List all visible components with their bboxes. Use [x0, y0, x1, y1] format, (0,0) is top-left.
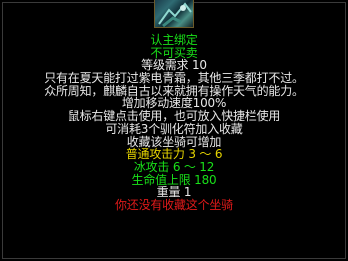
item-tooltip: 认主绑定 不可买卖 等级需求 10 只有在夏天能打过紫电青霜，其他三季都打不过。… [0, 0, 348, 261]
collect-cost-text: 可消耗3个驯化符加入收藏 [105, 121, 243, 136]
mount-item-icon [154, 0, 194, 28]
ice-attack-bonus-text: 冰攻击 6 ～ 12 [133, 159, 215, 174]
usage-hint-text: 鼠标右键点击使用，也可放入快捷栏使用 [67, 109, 281, 124]
tooltip-text: 认主绑定 不可买卖 等级需求 10 只有在夏天能打过紫电青霜，其他三季都打不过。… [0, 34, 348, 212]
collection-status-text: 你还没有收藏这个坐骑 [114, 197, 233, 212]
attack-bonus-text: 普通攻击力 3 ～ 6 [125, 147, 223, 162]
description-line-1: 只有在夏天能打过紫电青霜，其他三季都打不过。 [44, 71, 304, 86]
bind-status-text: 认主绑定 [150, 33, 198, 47]
